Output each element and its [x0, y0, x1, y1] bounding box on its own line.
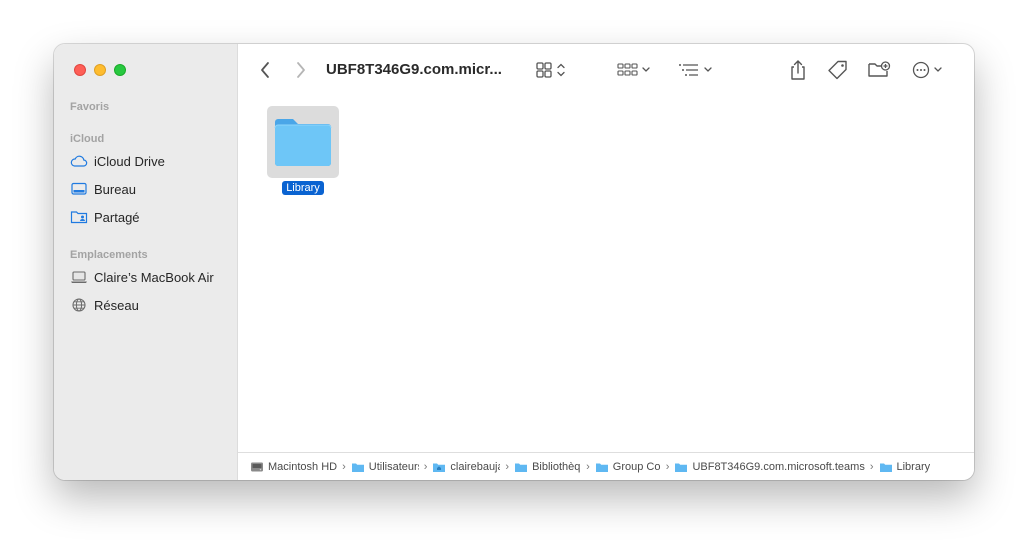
forward-button[interactable] — [290, 58, 312, 82]
sort-button[interactable] — [675, 58, 719, 82]
path-crumb-teams-container[interactable]: UBF8T346G9.com.microsoft.teams — [674, 461, 865, 473]
chevron-right-icon: › — [342, 460, 346, 473]
list-sort-icon — [679, 64, 712, 76]
path-crumb-utilisateurs[interactable]: Utilisateurs — [351, 461, 419, 473]
sidebar-section-icloud: iCloud — [70, 133, 105, 145]
chevron-right-icon: › — [423, 460, 428, 473]
ellipsis-circle-icon — [912, 61, 942, 79]
chevron-left-icon — [261, 62, 269, 78]
folder-icon — [351, 463, 364, 472]
window-title: UBF8T346G9.com.micr... — [326, 61, 502, 78]
file-browser-area: Library — [238, 96, 974, 452]
minimize-button[interactable] — [94, 64, 106, 76]
chevron-right-icon — [297, 62, 305, 78]
share-button[interactable] — [786, 58, 810, 82]
chevron-right-icon: › — [586, 460, 590, 473]
view-mode-button[interactable] — [532, 58, 572, 82]
zoom-button[interactable] — [114, 64, 126, 76]
network-globe-icon — [72, 298, 86, 312]
laptop-icon — [71, 271, 87, 283]
sidebar-section-favorites: Favoris — [70, 101, 110, 113]
hard-drive-icon — [251, 462, 263, 471]
folder-label: Library — [282, 181, 324, 195]
close-button[interactable] — [74, 64, 86, 76]
group-grid-icon — [617, 63, 650, 76]
chevron-right-icon: › — [505, 460, 510, 473]
new-folder-button[interactable] — [866, 58, 892, 82]
sidebar-section-locations: Emplacements — [70, 249, 148, 261]
group-by-button[interactable] — [614, 58, 656, 82]
path-crumb-user-home[interactable]: clairebaujard — [432, 461, 500, 473]
folder-icon — [515, 463, 528, 472]
path-bar: Macintosh HD › Utilisateurs › clairebauj… — [238, 452, 974, 480]
desktop-icon — [71, 182, 87, 195]
finder-window: Favoris iCloud iCloud Drive Bureau Parta… — [54, 44, 974, 480]
window-controls — [74, 64, 126, 76]
sidebar-item-label: Réseau — [94, 297, 139, 313]
folder-thumbnail — [267, 106, 339, 178]
cloud-icon — [70, 155, 88, 167]
path-crumb-group-containers[interactable]: Group Containers — [595, 461, 661, 473]
sidebar-item-label: Partagé — [94, 209, 140, 225]
sidebar-item-icloud-drive[interactable]: iCloud Drive — [70, 150, 229, 172]
sidebar-item-reseau[interactable]: Réseau — [70, 294, 229, 316]
path-crumb-bibliotheque[interactable]: Bibliothèque — [514, 461, 581, 473]
sidebar-item-partage[interactable]: Partagé — [70, 206, 229, 228]
path-crumb-macintosh-hd[interactable]: Macintosh HD — [250, 461, 337, 473]
folder-item-library[interactable]: Library — [267, 106, 339, 196]
sidebar: Favoris iCloud iCloud Drive Bureau Parta… — [54, 44, 238, 480]
chevron-right-icon: › — [665, 460, 670, 473]
sidebar-item-macbook[interactable]: Claire’s MacBook Air — [70, 266, 229, 288]
tag-button[interactable] — [826, 58, 850, 82]
more-actions-button[interactable] — [910, 58, 948, 82]
shared-folder-icon — [70, 211, 88, 224]
folder-icon — [595, 463, 608, 472]
chevron-right-icon: › — [869, 460, 874, 473]
folder-icon — [675, 463, 688, 472]
folder-icon — [879, 463, 892, 472]
new-folder-icon — [868, 61, 891, 77]
folder-icon — [274, 119, 332, 166]
sidebar-item-label: Bureau — [94, 181, 136, 197]
share-icon — [791, 60, 805, 80]
sidebar-item-bureau[interactable]: Bureau — [70, 178, 229, 200]
sidebar-item-label: iCloud Drive — [94, 153, 165, 169]
grid-view-icon — [536, 62, 565, 78]
toolbar: UBF8T346G9.com.micr... — [238, 44, 974, 96]
tag-icon — [828, 60, 847, 80]
sidebar-item-label: Claire’s MacBook Air — [94, 269, 214, 285]
back-button[interactable] — [254, 58, 276, 82]
path-crumb-library[interactable]: Library — [879, 461, 930, 473]
home-folder-icon — [433, 463, 446, 472]
